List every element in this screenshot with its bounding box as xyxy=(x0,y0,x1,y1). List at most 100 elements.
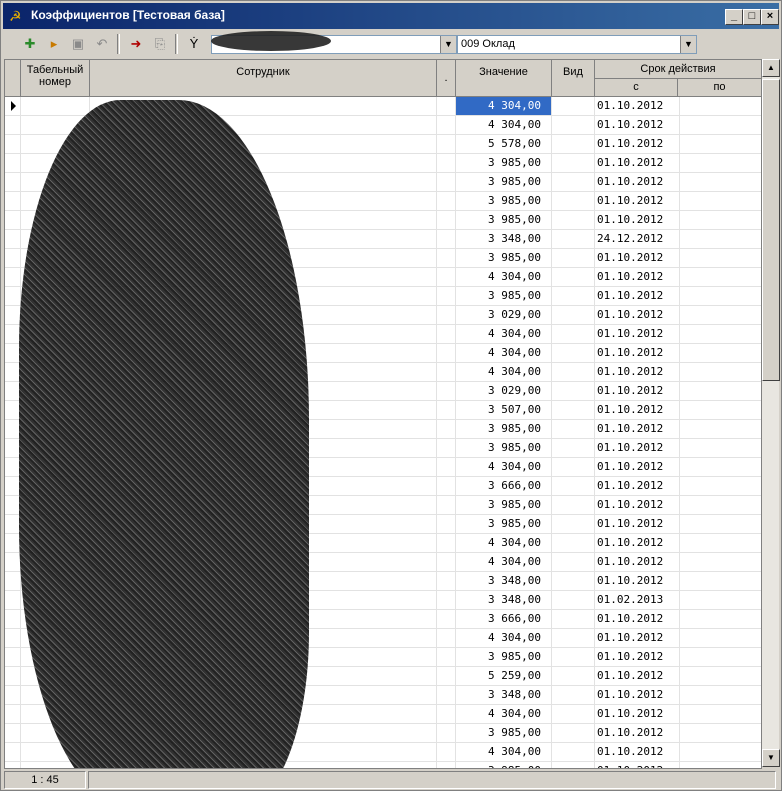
value-cell-wrap[interactable]: 3 029,00 xyxy=(456,382,552,400)
value-cell[interactable]: 3 985,00 xyxy=(456,287,551,305)
from-cell[interactable]: 01.10.2012 xyxy=(595,762,680,768)
kind-cell[interactable] xyxy=(552,458,595,476)
dot-cell[interactable] xyxy=(437,572,456,590)
kind-cell[interactable] xyxy=(552,515,595,533)
kind-cell[interactable] xyxy=(552,192,595,210)
dot-cell[interactable] xyxy=(437,401,456,419)
dot-cell[interactable] xyxy=(437,192,456,210)
dot-cell[interactable] xyxy=(437,477,456,495)
kind-cell[interactable] xyxy=(552,287,595,305)
value-cell-wrap[interactable]: 4 304,00 xyxy=(456,534,552,552)
to-cell[interactable] xyxy=(678,325,761,343)
kind-cell[interactable] xyxy=(552,268,595,286)
to-cell[interactable] xyxy=(678,268,761,286)
value-cell-wrap[interactable]: 4 304,00 xyxy=(456,629,552,647)
value-cell-wrap[interactable]: 5 259,00 xyxy=(456,667,552,685)
dot-cell[interactable] xyxy=(437,154,456,172)
value-cell[interactable]: 3 985,00 xyxy=(456,211,551,229)
kind-cell[interactable] xyxy=(552,686,595,704)
dot-cell[interactable] xyxy=(437,648,456,666)
value-cell[interactable]: 3 985,00 xyxy=(456,762,551,768)
value-cell[interactable]: 5 259,00 xyxy=(456,667,551,685)
dot-cell[interactable] xyxy=(437,743,456,761)
dot-cell[interactable] xyxy=(437,534,456,552)
value-cell-wrap[interactable]: 3 985,00 xyxy=(456,154,552,172)
kind-cell[interactable] xyxy=(552,173,595,191)
value-cell-wrap[interactable]: 3 985,00 xyxy=(456,420,552,438)
value-cell-wrap[interactable]: 4 304,00 xyxy=(456,268,552,286)
to-cell[interactable] xyxy=(678,743,761,761)
maximize-button[interactable]: □ xyxy=(743,9,761,25)
from-cell[interactable]: 01.10.2012 xyxy=(595,705,680,723)
from-cell[interactable]: 01.10.2012 xyxy=(595,553,680,571)
value-cell-wrap[interactable]: 4 304,00 xyxy=(456,97,552,115)
to-cell[interactable] xyxy=(678,135,761,153)
kind-cell[interactable] xyxy=(552,382,595,400)
value-cell[interactable]: 3 985,00 xyxy=(456,648,551,666)
kind-cell[interactable] xyxy=(552,116,595,134)
value-cell[interactable]: 3 348,00 xyxy=(456,230,551,248)
value-cell-wrap[interactable]: 4 304,00 xyxy=(456,705,552,723)
value-cell-wrap[interactable]: 3 348,00 xyxy=(456,686,552,704)
to-cell[interactable] xyxy=(678,439,761,457)
value-cell[interactable]: 3 666,00 xyxy=(456,610,551,628)
kind-cell[interactable] xyxy=(552,230,595,248)
kind-cell[interactable] xyxy=(552,553,595,571)
value-cell-wrap[interactable]: 4 304,00 xyxy=(456,553,552,571)
kind-cell[interactable] xyxy=(552,572,595,590)
scroll-thumb[interactable] xyxy=(762,79,780,381)
from-cell[interactable]: 01.10.2012 xyxy=(595,363,680,381)
from-cell[interactable]: 01.10.2012 xyxy=(595,173,680,191)
value-cell-wrap[interactable]: 5 578,00 xyxy=(456,135,552,153)
dot-cell[interactable] xyxy=(437,306,456,324)
kind-cell[interactable] xyxy=(552,667,595,685)
value-cell[interactable]: 3 985,00 xyxy=(456,192,551,210)
kind-cell[interactable] xyxy=(552,363,595,381)
filter-icon[interactable]: Ẏ xyxy=(183,34,205,54)
from-cell[interactable]: 01.10.2012 xyxy=(595,116,680,134)
from-cell[interactable]: 01.10.2012 xyxy=(595,135,680,153)
kind-cell[interactable] xyxy=(552,496,595,514)
value-cell[interactable]: 3 985,00 xyxy=(456,515,551,533)
dot-cell[interactable] xyxy=(437,97,456,115)
column-kind[interactable]: Вид xyxy=(552,60,595,96)
value-cell[interactable]: 4 304,00 xyxy=(456,97,551,115)
dot-cell[interactable] xyxy=(437,705,456,723)
kind-cell[interactable] xyxy=(552,401,595,419)
value-cell-wrap[interactable]: 4 304,00 xyxy=(456,743,552,761)
from-cell[interactable]: 01.10.2012 xyxy=(595,629,680,647)
value-cell-wrap[interactable]: 3 985,00 xyxy=(456,192,552,210)
column-dot[interactable]: . xyxy=(437,60,456,96)
to-cell[interactable] xyxy=(678,363,761,381)
kind-cell[interactable] xyxy=(552,306,595,324)
value-cell[interactable]: 4 304,00 xyxy=(456,268,551,286)
to-cell[interactable] xyxy=(678,420,761,438)
minimize-button[interactable]: _ xyxy=(725,9,743,25)
value-cell[interactable]: 4 304,00 xyxy=(456,458,551,476)
value-cell[interactable]: 4 304,00 xyxy=(456,534,551,552)
dot-cell[interactable] xyxy=(437,173,456,191)
to-cell[interactable] xyxy=(678,116,761,134)
kind-cell[interactable] xyxy=(552,705,595,723)
from-cell[interactable]: 01.10.2012 xyxy=(595,572,680,590)
to-cell[interactable] xyxy=(678,173,761,191)
value-cell-wrap[interactable]: 3 985,00 xyxy=(456,724,552,742)
value-cell-wrap[interactable]: 4 304,00 xyxy=(456,363,552,381)
from-cell[interactable]: 01.10.2012 xyxy=(595,477,680,495)
value-cell-wrap[interactable]: 3 666,00 xyxy=(456,610,552,628)
to-cell[interactable] xyxy=(678,572,761,590)
kind-cell[interactable] xyxy=(552,325,595,343)
kind-cell[interactable] xyxy=(552,629,595,647)
dot-cell[interactable] xyxy=(437,211,456,229)
value-cell[interactable]: 4 304,00 xyxy=(456,344,551,362)
close-button[interactable]: × xyxy=(761,9,779,25)
dot-cell[interactable] xyxy=(437,553,456,571)
value-cell-wrap[interactable]: 3 985,00 xyxy=(456,173,552,191)
from-cell[interactable]: 01.10.2012 xyxy=(595,420,680,438)
kind-cell[interactable] xyxy=(552,344,595,362)
scroll-down-icon[interactable]: ▼ xyxy=(762,749,780,767)
value-cell[interactable]: 5 578,00 xyxy=(456,135,551,153)
from-cell[interactable]: 01.10.2012 xyxy=(595,268,680,286)
to-cell[interactable] xyxy=(678,496,761,514)
from-cell[interactable]: 01.10.2012 xyxy=(595,401,680,419)
